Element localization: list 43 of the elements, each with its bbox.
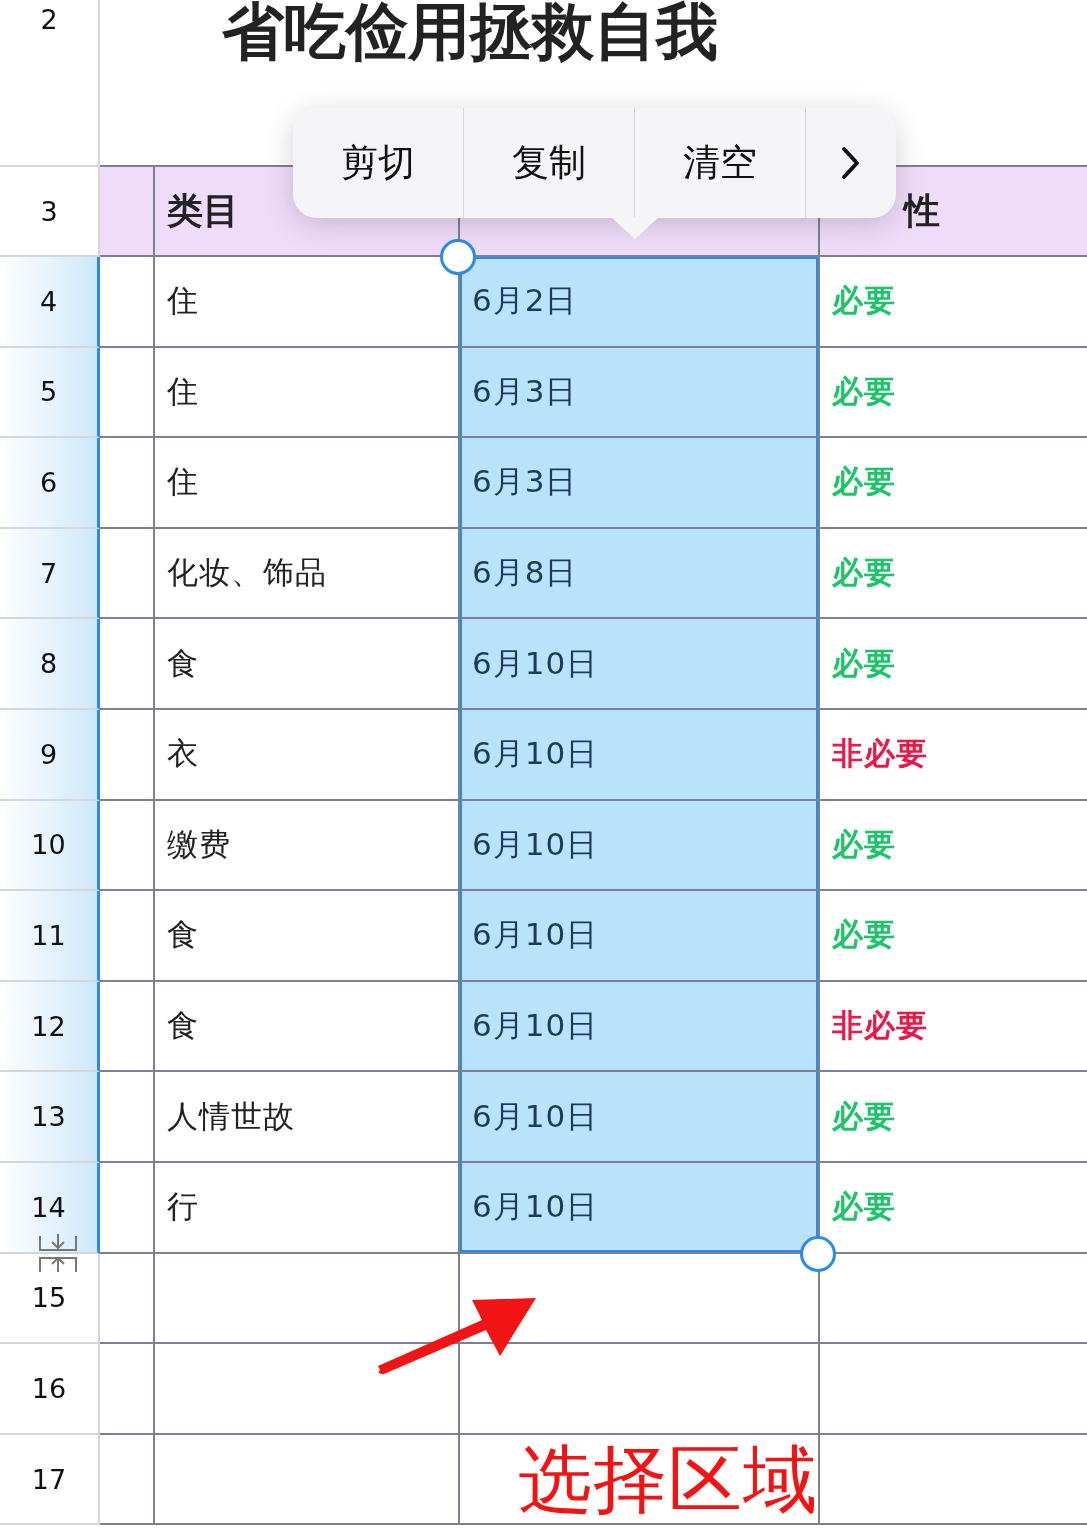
- table-cell: 必要: [818, 438, 1087, 529]
- row-header[interactable]: 10: [0, 800, 100, 892]
- table-cell: 必要: [818, 891, 1087, 982]
- chevron-right-icon: [841, 146, 861, 180]
- table-cell: 6月10日: [458, 891, 818, 982]
- row-header[interactable]: 3: [0, 167, 100, 257]
- row-header[interactable]: 15: [0, 1253, 100, 1345]
- table-cell: 6月8日: [458, 528, 818, 620]
- menu-item[interactable]: 剪切: [293, 108, 464, 218]
- row-header[interactable]: 11: [0, 891, 100, 982]
- row-header[interactable]: 13: [0, 1072, 100, 1163]
- annotation-label: 选择区域: [518, 1442, 818, 1516]
- table-cell: 必要: [818, 800, 1087, 892]
- table-cell: 必要: [818, 528, 1087, 620]
- row-header[interactable]: 14: [0, 1162, 100, 1254]
- table-cell: 必要: [818, 619, 1087, 710]
- table-cell: 6月10日: [458, 1162, 818, 1254]
- table-cell: 6月3日: [458, 347, 818, 439]
- row-header[interactable]: 2: [0, 0, 100, 167]
- table-cell: 6月10日: [458, 981, 818, 1073]
- sheet-title: 省吃俭用拯救自我: [222, 0, 718, 67]
- row-header[interactable]: 17: [0, 1434, 100, 1526]
- row-header[interactable]: 5: [0, 347, 100, 439]
- row-header[interactable]: 6: [0, 438, 100, 529]
- table-cell: 6月10日: [458, 709, 818, 801]
- row-header[interactable]: 9: [0, 709, 100, 801]
- table-cell: 必要: [818, 347, 1087, 439]
- table-cell: 6月10日: [458, 1072, 818, 1163]
- table-cell: 6月10日: [458, 619, 818, 710]
- table-cell: 非必要: [818, 981, 1087, 1073]
- table-cell: 6月10日: [458, 800, 818, 892]
- row-header[interactable]: 16: [0, 1344, 100, 1435]
- row-resize-icon[interactable]: [38, 1231, 78, 1274]
- table-cell: 必要: [818, 257, 1087, 348]
- selection-handle[interactable]: [800, 1235, 836, 1272]
- row-header[interactable]: 4: [0, 257, 100, 348]
- table-cell: 非必要: [818, 709, 1087, 801]
- row-header[interactable]: 7: [0, 528, 100, 620]
- table-cell: 6月3日: [458, 438, 818, 529]
- row-header[interactable]: 12: [0, 981, 100, 1073]
- table-cell: 6月2日: [458, 257, 818, 348]
- table-cell: 必要: [818, 1072, 1087, 1163]
- row-header[interactable]: 8: [0, 619, 100, 710]
